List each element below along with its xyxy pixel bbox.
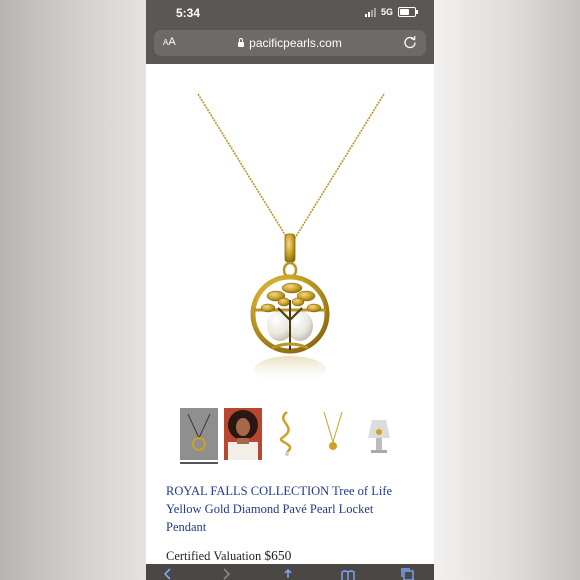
reload-icon[interactable] [402,34,418,50]
share-icon[interactable] [280,568,296,580]
url-text: pacificpearls.com [249,36,342,50]
background-left [0,0,146,580]
address-bar[interactable]: AA pacificpearls.com [154,30,426,56]
signal-icon [364,7,376,17]
lock-icon [238,38,245,47]
thumbnail-3[interactable] [268,408,306,462]
thumbnail-4[interactable] [314,408,352,462]
back-icon[interactable] [160,568,176,580]
forward-icon[interactable] [218,568,234,580]
thumbnail-1[interactable] [180,408,218,464]
url-display[interactable]: pacificpearls.com [154,36,426,50]
battery-icon [398,7,418,17]
tabs-icon[interactable] [400,568,416,580]
phone-screen: 5:34 5G AA pacificpearls.com ROYAL FALLS… [146,0,434,580]
browser-chrome: 5:34 5G AA pacificpearls.com [146,0,434,64]
background-right [434,0,580,580]
thumbnail-5[interactable] [360,408,398,462]
thumbnail-strip [176,408,416,464]
valuation-amount: $650 [264,548,292,563]
thumbnail-2[interactable] [224,408,262,462]
product-main-image[interactable] [146,64,434,394]
valuation-label: Certified Valuation [166,549,262,563]
bookmarks-icon[interactable] [340,568,356,580]
certified-valuation: Certified Valuation $650 [166,548,291,564]
product-title[interactable]: ROYAL FALLS COLLECTION Tree of Life Yell… [166,482,416,536]
status-time: 5:34 [176,6,201,20]
browser-toolbar [146,564,434,580]
network-label: 5G [380,7,393,17]
status-indicators: 5G [364,7,418,17]
